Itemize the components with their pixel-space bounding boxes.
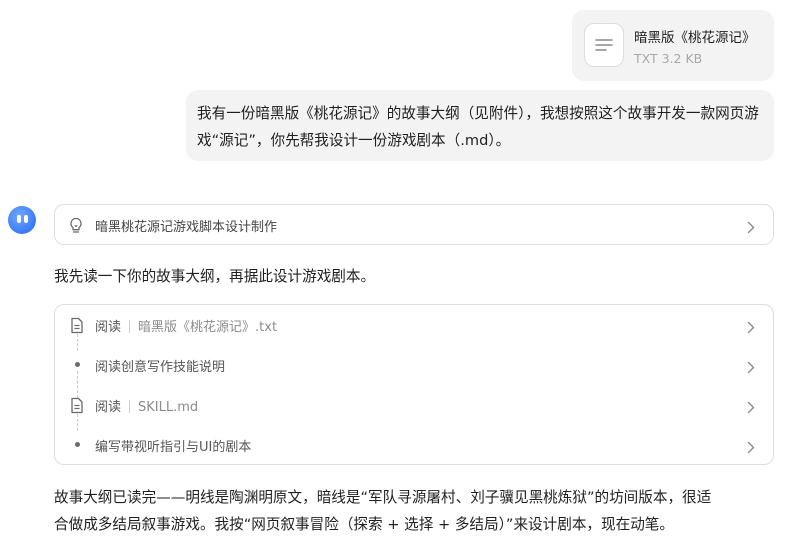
bullet-dot-icon: [75, 362, 80, 367]
paragraph-line: 合做成多结局叙事游戏。我按“网页叙事冒险（探索 + 选择 + 多结局）”来设计剧…: [54, 516, 674, 533]
step-read-skill-file[interactable]: 阅读 SKILL.md: [55, 385, 773, 425]
chevron-right-icon: [747, 439, 755, 458]
step-write-script[interactable]: 编写带视听指引与UI的剧本: [55, 425, 773, 465]
avatar-left-eye: [17, 215, 21, 223]
step-read-outline[interactable]: 阅读 暗黑版《桃花源记》.txt: [55, 305, 773, 345]
chevron-right-icon: [747, 319, 755, 338]
assistant-avatar: [8, 206, 36, 234]
step-label: 阅读 SKILL.md: [95, 400, 199, 415]
step-read-skill-guide[interactable]: 阅读创意写作技能说明: [55, 345, 773, 385]
bullet-dot-icon: [75, 442, 80, 447]
user-message-text: 我有一份暗黑版《桃花源记》的故事大纲（见附件），我想按照这个故事开发一款网页游戏…: [197, 105, 759, 149]
chevron-right-icon: [747, 359, 755, 378]
attachment-card[interactable]: 暗黑版《桃花源记》 TXT 3.2 KB: [572, 10, 774, 81]
thought-title: 暗黑桃花源记游戏脚本设计制作: [95, 220, 278, 235]
user-message-bubble: 我有一份暗黑版《桃花源记》的故事大纲（见附件），我想按照这个故事开发一款网页游戏…: [186, 90, 774, 161]
thought-process-card[interactable]: 暗黑桃花源记游戏脚本设计制作: [54, 204, 774, 245]
attachment-meta: TXT 3.2 KB: [634, 51, 703, 66]
step-label: 阅读 暗黑版《桃花源记》.txt: [95, 320, 278, 335]
assistant-intro-text: 我先读一下你的故事大纲，再据此设计游戏剧本。: [54, 268, 376, 285]
attachment-name: 暗黑版《桃花源记》: [634, 30, 756, 46]
paragraph-line: 故事大纲已读完——明线是陶渊明原文，暗线是“军队寻源屠村、刘子骥见黑桃炼狱”的坊…: [54, 489, 712, 506]
chevron-right-icon: [747, 219, 755, 238]
step-label: 编写带视听指引与UI的剧本: [95, 440, 252, 455]
document-icon: [69, 317, 85, 338]
lightbulb-icon: [68, 217, 84, 238]
chevron-right-icon: [747, 399, 755, 418]
assistant-response-paragraph: 故事大纲已读完——明线是陶渊明原文，暗线是“军队寻源屠村、刘子骥见黑桃炼狱”的坊…: [54, 484, 784, 538]
text-file-icon: [584, 23, 624, 67]
document-icon: [69, 397, 85, 418]
step-file-name: SKILL.md: [138, 400, 199, 415]
step-label: 阅读创意写作技能说明: [95, 360, 226, 375]
steps-card: 阅读 暗黑版《桃花源记》.txt 阅读创意写作技能说明 阅读 SKILL.md 编写…: [54, 304, 774, 465]
avatar-right-eye: [24, 215, 28, 223]
step-file-name: 暗黑版《桃花源记》.txt: [138, 320, 278, 335]
